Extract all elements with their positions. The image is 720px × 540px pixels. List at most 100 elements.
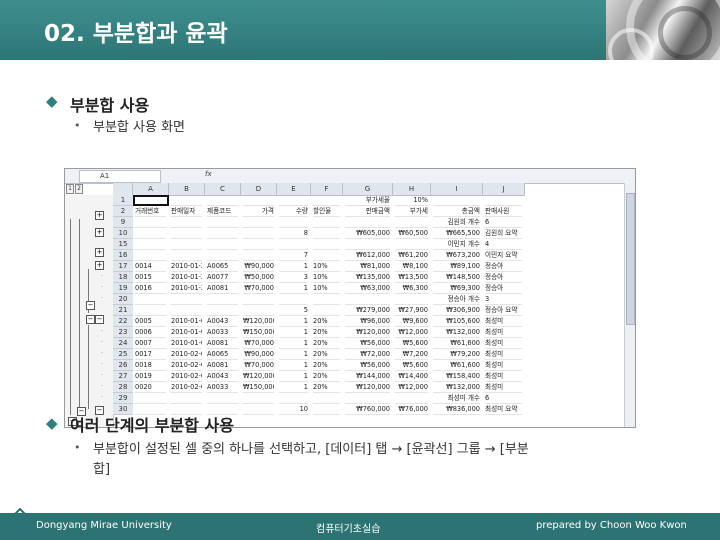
sheet-cell[interactable]: 이민지 요약 bbox=[485, 250, 522, 261]
sheet-cell[interactable]: 판매사원 bbox=[485, 206, 522, 217]
sheet-cell[interactable]: 최성미 bbox=[485, 382, 522, 393]
sheet-cell[interactable]: 0014 bbox=[135, 261, 166, 272]
sheet-cell[interactable]: 부가세 bbox=[395, 206, 428, 217]
sheet-cell[interactable] bbox=[279, 294, 308, 305]
sheet-cell[interactable] bbox=[243, 294, 274, 305]
sheet-cell[interactable]: ₩665,500 bbox=[433, 228, 480, 239]
sheet-cell[interactable]: 제품코드 bbox=[207, 206, 238, 217]
sheet-cell[interactable]: 최성미 개수 bbox=[433, 393, 480, 404]
row-header[interactable]: 10 bbox=[113, 228, 133, 239]
sheet-cell[interactable]: 2010-01-25 bbox=[171, 261, 202, 272]
fx-icon[interactable]: fx bbox=[205, 170, 212, 178]
sheet-cell[interactable]: ₩72,000 bbox=[345, 349, 390, 360]
sheet-cell[interactable]: ₩70,000 bbox=[243, 338, 274, 349]
sheet-cell[interactable] bbox=[279, 217, 308, 228]
sheet-cell[interactable]: 5 bbox=[279, 305, 308, 316]
row-header[interactable]: 20 bbox=[113, 294, 133, 305]
sheet-cell[interactable]: 6 bbox=[485, 393, 522, 404]
sheet-cell[interactable]: A0065 bbox=[207, 349, 238, 360]
sheet-cell[interactable]: ₩120,000 bbox=[243, 371, 274, 382]
sheet-cell[interactable]: 2010-01-25 bbox=[171, 283, 202, 294]
sheet-cell[interactable] bbox=[279, 239, 308, 250]
sheet-cell[interactable]: 1 bbox=[279, 283, 308, 294]
sheet-cell[interactable]: 2010-02-03 bbox=[171, 360, 202, 371]
sheet-cell[interactable]: 20% bbox=[313, 327, 340, 338]
sheet-cell[interactable] bbox=[207, 195, 238, 206]
sheet-cell[interactable] bbox=[207, 305, 238, 316]
sheet-cell[interactable]: 10% bbox=[395, 195, 428, 206]
row-header[interactable]: 15 bbox=[113, 239, 133, 250]
sheet-cell[interactable]: 최성미 bbox=[485, 349, 522, 360]
row-header[interactable]: 16 bbox=[113, 250, 133, 261]
sheet-cell[interactable]: 최성미 요약 bbox=[485, 404, 522, 415]
sheet-cell[interactable]: ₩27,900 bbox=[395, 305, 428, 316]
sheet-cell[interactable]: 1 bbox=[279, 327, 308, 338]
sheet-cell[interactable]: A0081 bbox=[207, 283, 238, 294]
sheet-cell[interactable] bbox=[243, 393, 274, 404]
outline-collapse-button[interactable]: − bbox=[95, 315, 104, 324]
sheet-cell[interactable]: 2010-01-06 bbox=[171, 327, 202, 338]
sheet-cell[interactable]: 수량 bbox=[279, 206, 308, 217]
sheet-cell[interactable]: 김원희 개수 bbox=[433, 217, 480, 228]
sheet-cell[interactable]: ₩6,300 bbox=[395, 283, 428, 294]
row-header[interactable]: 23 bbox=[113, 327, 133, 338]
sheet-cell[interactable]: 총금액 bbox=[433, 206, 480, 217]
sheet-cell[interactable]: ₩150,000 bbox=[243, 327, 274, 338]
sheet-cell[interactable]: 20% bbox=[313, 382, 340, 393]
sheet-cell[interactable]: 거래번호 bbox=[135, 206, 166, 217]
sheet-cell[interactable]: 최성미 bbox=[485, 371, 522, 382]
sheet-cell[interactable]: ₩148,500 bbox=[433, 272, 480, 283]
sheet-cell[interactable]: 2010-01-06 bbox=[171, 338, 202, 349]
sheet-cell[interactable]: 판매일자 bbox=[171, 206, 202, 217]
sheet-cell[interactable]: ₩612,000 bbox=[345, 250, 390, 261]
sheet-cell[interactable]: ₩60,500 bbox=[395, 228, 428, 239]
sheet-cell[interactable] bbox=[313, 393, 340, 404]
sheet-cell[interactable] bbox=[135, 250, 166, 261]
sheet-cell[interactable] bbox=[395, 239, 428, 250]
sheet-cell[interactable]: 20% bbox=[313, 349, 340, 360]
row-header[interactable]: 9 bbox=[113, 217, 133, 228]
sheet-cell[interactable] bbox=[395, 217, 428, 228]
row-header[interactable]: 27 bbox=[113, 371, 133, 382]
sheet-cell[interactable]: 7 bbox=[279, 250, 308, 261]
sheet-cell[interactable]: A0065 bbox=[207, 261, 238, 272]
sheet-cell[interactable]: ₩81,000 bbox=[345, 261, 390, 272]
sheet-cell[interactable] bbox=[395, 294, 428, 305]
sheet-cell[interactable]: 10% bbox=[313, 283, 340, 294]
outline-collapse-button[interactable]: − bbox=[86, 301, 95, 310]
sheet-cell[interactable]: 1 bbox=[279, 360, 308, 371]
sheet-cell[interactable]: ₩605,000 bbox=[345, 228, 390, 239]
sheet-cell[interactable]: ₩69,300 bbox=[433, 283, 480, 294]
name-box[interactable]: A1 bbox=[79, 170, 161, 183]
sheet-cell[interactable] bbox=[243, 228, 274, 239]
sheet-cell[interactable] bbox=[345, 239, 390, 250]
sheet-cell[interactable] bbox=[135, 294, 166, 305]
sheet-cell[interactable] bbox=[313, 305, 340, 316]
row-header[interactable]: 25 bbox=[113, 349, 133, 360]
sheet-cell[interactable]: ₩56,000 bbox=[345, 360, 390, 371]
sheet-cell[interactable] bbox=[135, 228, 166, 239]
sheet-cell[interactable]: ₩13,500 bbox=[395, 272, 428, 283]
sheet-cell[interactable] bbox=[243, 195, 274, 206]
sheet-cell[interactable] bbox=[243, 250, 274, 261]
sheet-cell[interactable] bbox=[345, 393, 390, 404]
outline-collapse-button[interactable]: − bbox=[86, 315, 95, 324]
sheet-cell[interactable]: 1 bbox=[279, 371, 308, 382]
sheet-cell[interactable]: 이민지 개수 bbox=[433, 239, 480, 250]
sheet-cell[interactable] bbox=[171, 217, 202, 228]
sheet-cell[interactable]: ₩9,600 bbox=[395, 316, 428, 327]
sheet-cell[interactable]: ₩96,000 bbox=[345, 316, 390, 327]
sheet-cell[interactable]: ₩61,600 bbox=[433, 338, 480, 349]
sheet-cell[interactable] bbox=[171, 228, 202, 239]
sheet-cell[interactable]: ₩306,900 bbox=[433, 305, 480, 316]
sheet-cell[interactable]: ₩90,000 bbox=[243, 261, 274, 272]
sheet-cell[interactable]: 정승아 bbox=[485, 261, 522, 272]
row-header[interactable]: 18 bbox=[113, 272, 133, 283]
sheet-cell[interactable]: 2010-02-03 bbox=[171, 349, 202, 360]
sheet-cell[interactable]: ₩56,000 bbox=[345, 338, 390, 349]
sheet-cell[interactable]: 1 bbox=[279, 338, 308, 349]
sheet-cell[interactable]: 10% bbox=[313, 261, 340, 272]
sheet-cell[interactable]: 0017 bbox=[135, 349, 166, 360]
sheet-cell[interactable] bbox=[313, 250, 340, 261]
row-header[interactable]: 21 bbox=[113, 305, 133, 316]
